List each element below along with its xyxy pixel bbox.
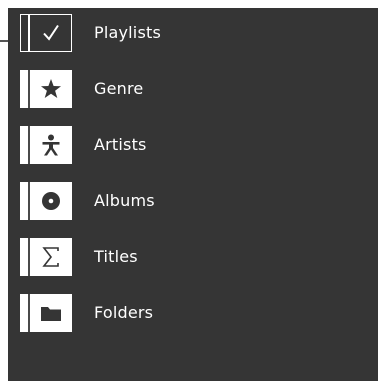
menu-item-folders[interactable]: Folders — [20, 294, 270, 334]
sigma-icon — [30, 238, 72, 276]
icon-tile — [20, 126, 72, 164]
checkmark-icon — [30, 15, 71, 51]
menu-item-label: Titles — [94, 247, 138, 266]
menu-item-titles[interactable]: Titles — [20, 238, 270, 278]
star-icon — [30, 70, 72, 108]
menu-item-label: Folders — [94, 303, 154, 322]
menu-item-artists[interactable]: Artists — [20, 126, 270, 166]
icon-tile — [20, 294, 72, 332]
music-browse-menu: Playlists Genre Artists Albums Titles Fo… — [8, 8, 378, 381]
menu-item-albums[interactable]: Albums — [20, 182, 270, 222]
person-icon — [30, 126, 72, 164]
menu-item-label: Genre — [94, 79, 144, 98]
icon-tile — [20, 14, 72, 52]
menu-item-playlists[interactable]: Playlists — [20, 14, 270, 54]
menu-item-label: Playlists — [94, 23, 162, 42]
menu-item-label: Albums — [94, 191, 155, 210]
selection-connector-line — [0, 40, 8, 42]
menu-item-label: Artists — [94, 135, 147, 154]
icon-tile — [20, 238, 72, 276]
folder-icon — [30, 294, 72, 332]
menu-item-genre[interactable]: Genre — [20, 70, 270, 110]
icon-tile — [20, 182, 72, 220]
disc-icon — [30, 182, 72, 220]
icon-tile — [20, 70, 72, 108]
